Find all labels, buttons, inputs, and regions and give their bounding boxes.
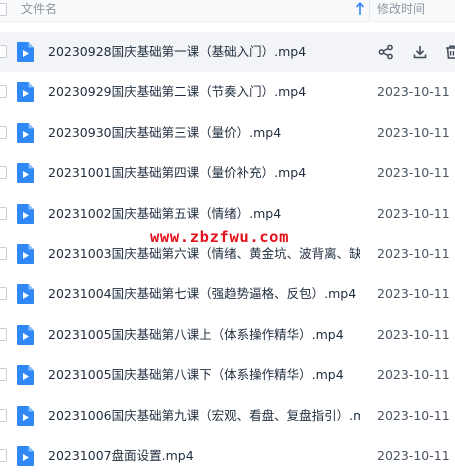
- select-all-checkbox[interactable]: [0, 3, 7, 16]
- file-name[interactable]: 20231004国庆基础第七课（强趋势逼格、反包）.mp4: [48, 286, 356, 302]
- modified-time: 2023-10-11 1: [377, 326, 455, 342]
- file-name[interactable]: 20231005国庆基础第八课上（体系操作精华）.mp4: [48, 327, 344, 343]
- file-name[interactable]: 20231005国庆基础第八课下（体系操作精华）.mp4: [48, 367, 344, 383]
- modified-time: 2023-10-11 1: [377, 447, 455, 463]
- file-row[interactable]: 20231001国庆基础第四课（量价补充）.mp4 2023-10-11 1: [0, 153, 455, 193]
- modified-time: 2023-10-11 1: [377, 367, 455, 383]
- file-row[interactable]: 20231007盘面设置.mp4 2023-10-11 1: [0, 436, 455, 473]
- video-file-icon: [16, 283, 35, 305]
- row-checkbox[interactable]: [0, 368, 7, 382]
- row-actions: [372, 32, 455, 72]
- column-header-name[interactable]: 文件名: [21, 1, 57, 17]
- row-checkbox[interactable]: [0, 246, 7, 260]
- column-divider[interactable]: [369, 0, 370, 22]
- file-row[interactable]: 20231004国庆基础第七课（强趋势逼格、反包）.mp4 2023-10-11 …: [0, 274, 455, 314]
- video-file-icon: [16, 445, 35, 467]
- video-file-icon: [16, 364, 35, 386]
- modified-time: 2023-10-11 1: [377, 124, 455, 140]
- video-file-icon: [16, 162, 35, 184]
- file-name[interactable]: 20231003国庆基础第六课（情绪、黄金坑、波背离、缺…: [48, 246, 360, 262]
- modified-time: 2023-10-11 1: [377, 165, 455, 181]
- video-file-icon: [16, 243, 35, 265]
- file-list-header: 文件名 修改时间: [0, 0, 455, 22]
- row-checkbox[interactable]: [0, 287, 7, 301]
- modified-time: 2023-10-11 1: [377, 205, 455, 221]
- file-row[interactable]: 20230928国庆基础第一课（基础入门）.mp4: [0, 32, 455, 73]
- modified-time: 2023-10-11 1: [377, 245, 455, 261]
- column-header-modified-time[interactable]: 修改时间: [377, 1, 425, 17]
- modified-time: 2023-10-11 1: [377, 286, 455, 302]
- file-name[interactable]: 20230929国庆基础第二课（节奏入门）.mp4: [48, 84, 306, 100]
- file-row[interactable]: 20231006国庆基础第九课（宏观、看盘、复盘指引）.mp4 2023-10-1…: [0, 396, 455, 436]
- video-file-icon: [16, 122, 35, 144]
- row-checkbox[interactable]: [0, 408, 7, 422]
- row-checkbox[interactable]: [0, 166, 7, 180]
- share-icon[interactable]: [378, 44, 394, 60]
- video-file-icon: [16, 81, 35, 103]
- file-row[interactable]: 20231005国庆基础第八课上（体系操作精华）.mp4 2023-10-11 1: [0, 315, 455, 355]
- file-name[interactable]: 20231001国庆基础第四课（量价补充）.mp4: [48, 165, 306, 181]
- video-file-icon: [16, 203, 35, 225]
- video-file-icon: [16, 41, 35, 63]
- download-icon[interactable]: [412, 44, 428, 60]
- modified-time: 2023-10-11 1: [377, 407, 455, 423]
- video-file-icon: [16, 324, 35, 346]
- file-row[interactable]: 20231005国庆基础第八课下（体系操作精华）.mp4 2023-10-11 1: [0, 355, 455, 395]
- file-name[interactable]: 20231002国庆基础第五课（情绪）.mp4: [48, 206, 281, 222]
- modified-time: 2023-10-11 1: [377, 84, 455, 100]
- row-checkbox[interactable]: [0, 206, 7, 220]
- row-checkbox[interactable]: [0, 327, 7, 341]
- video-file-icon: [16, 405, 35, 427]
- delete-icon[interactable]: [444, 44, 455, 60]
- file-name[interactable]: 20231007盘面设置.mp4: [48, 448, 194, 464]
- row-checkbox[interactable]: [0, 85, 7, 99]
- file-row[interactable]: 20230930国庆基础第三课（量价）.mp4 2023-10-11 1: [0, 113, 455, 153]
- file-row[interactable]: 20230929国庆基础第二课（节奏入门）.mp4 2023-10-11 1: [0, 72, 455, 112]
- file-name[interactable]: 20231006国庆基础第九课（宏观、看盘、复盘指引）.mp4: [48, 408, 360, 424]
- file-list: 20230928国庆基础第一课（基础入门）.mp4 20230929国庆基础第二课…: [0, 32, 455, 473]
- file-name[interactable]: 20230930国庆基础第三课（量价）.mp4: [48, 125, 281, 141]
- row-checkbox[interactable]: [0, 448, 7, 462]
- watermark-text: www.zbzfwu.com: [150, 228, 290, 246]
- arrow-up-icon[interactable]: [355, 2, 365, 16]
- row-checkbox[interactable]: [0, 125, 7, 139]
- row-checkbox[interactable]: [0, 45, 7, 58]
- file-name[interactable]: 20230928国庆基础第一课（基础入门）.mp4: [48, 44, 306, 60]
